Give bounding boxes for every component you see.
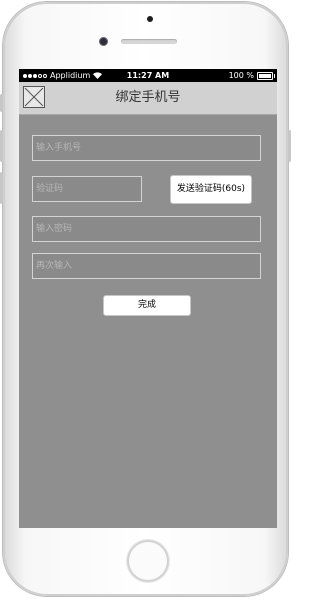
battery-group: 100 %	[228, 69, 275, 82]
front-camera	[99, 37, 108, 46]
battery-icon	[257, 71, 275, 80]
status-bar: Applidium 11:27 AM 100 %	[19, 69, 277, 82]
nav-bar: 绑定手机号	[19, 82, 277, 115]
page-title: 绑定手机号	[115, 90, 181, 105]
sensor-dot	[147, 16, 153, 22]
verification-code-input[interactable]: 验证码	[32, 176, 142, 202]
home-button[interactable]	[127, 540, 169, 582]
battery-percent: 100 %	[228, 71, 254, 80]
power-button	[288, 130, 291, 162]
mute-switch	[0, 94, 3, 112]
battery-fill	[259, 73, 271, 78]
volume-down-button	[0, 172, 3, 204]
confirm-password-input[interactable]: 再次输入	[32, 253, 261, 279]
phone-input[interactable]: 输入手机号	[32, 135, 261, 161]
earpiece-speaker	[121, 39, 177, 44]
app-screen: Applidium 11:27 AM 100 % 绑定手机号 输入手机号 验证码…	[19, 69, 277, 528]
send-code-button[interactable]: 发送验证码(60s)	[170, 175, 252, 204]
done-button[interactable]: 完成	[103, 295, 191, 316]
password-input[interactable]: 输入密码	[32, 216, 261, 242]
volume-up-button	[0, 130, 3, 162]
